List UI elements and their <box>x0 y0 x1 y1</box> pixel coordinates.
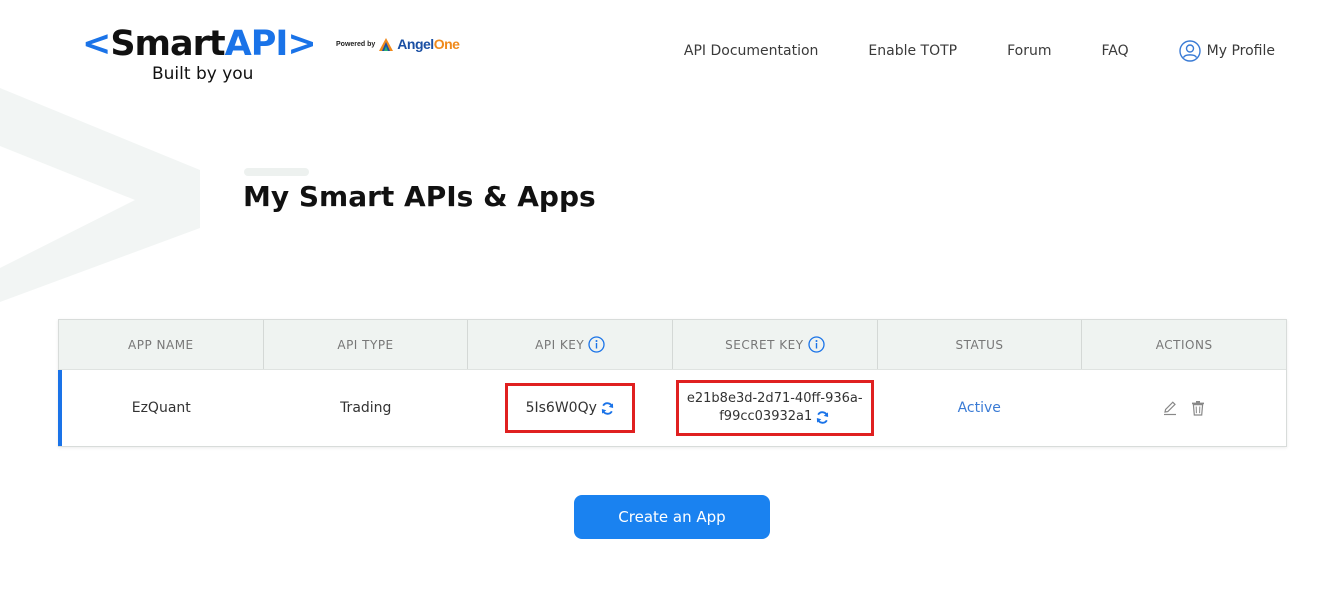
api-key-highlight: 5Is6W0Qy <box>505 383 636 433</box>
nav-forum[interactable]: Forum <box>1007 43 1051 59</box>
edit-button[interactable] <box>1162 400 1178 416</box>
page-title: My Smart APIs & Apps <box>243 180 596 213</box>
nav-faq[interactable]: FAQ <box>1102 43 1129 59</box>
nav-api-documentation[interactable]: API Documentation <box>684 43 819 59</box>
create-app-button[interactable]: Create an App <box>574 495 770 539</box>
column-header-actions: ACTIONS <box>1155 337 1213 352</box>
apps-table: APP NAME API TYPE API KEY SECRET KEY STA… <box>58 319 1287 447</box>
edit-icon <box>1163 401 1176 416</box>
angel-one-wordmark: AngelOne <box>397 36 460 52</box>
cell-api-key: 5Is6W0Qy <box>468 370 673 446</box>
top-nav: API Documentation Enable TOTP Forum FAQ … <box>634 40 1275 62</box>
nav-enable-totp[interactable]: Enable TOTP <box>868 43 957 59</box>
info-icon[interactable] <box>807 336 825 353</box>
column-header-secret-key-label: SECRET KEY <box>725 337 804 352</box>
logo-wordmark: <SmartAPI> <box>82 24 317 64</box>
table-header: APP NAME API TYPE API KEY SECRET KEY STA… <box>59 320 1286 370</box>
trash-icon <box>1191 401 1204 416</box>
smartapi-logo[interactable]: <SmartAPI> Built by you Powered by Angel… <box>82 24 460 84</box>
refresh-icon[interactable] <box>815 410 830 425</box>
user-circle-icon <box>1178 40 1201 62</box>
cell-api-type: Trading <box>340 400 392 416</box>
refresh-icon[interactable] <box>600 401 615 416</box>
background-chevron-decoration <box>0 88 200 302</box>
column-header-status: STATUS <box>878 320 1083 369</box>
cell-app-name: EzQuant <box>131 400 191 416</box>
delete-button[interactable] <box>1190 400 1206 416</box>
secret-key-line2-wrap: f99cc03932a1 <box>719 408 830 426</box>
column-header-api-key-label: API KEY <box>535 337 585 352</box>
cell-actions <box>1082 370 1287 446</box>
table-row: EzQuant Trading 5Is6W0Qy e21b8e3d-2d71-4… <box>58 370 1287 446</box>
info-icon[interactable] <box>588 336 605 353</box>
title-accent-bar <box>244 168 309 176</box>
column-header-api-key: API KEY <box>468 320 674 369</box>
column-header-secret-key: SECRET KEY <box>673 320 878 369</box>
powered-by-badge: Powered by AngelOne <box>336 36 460 52</box>
cell-secret-key: e21b8e3d-2d71-40ff-936a- f99cc03932a1 <box>673 370 878 446</box>
logo-tagline: Built by you <box>152 64 254 84</box>
nav-profile-label: My Profile <box>1206 43 1275 59</box>
secret-key-value-line1: e21b8e3d-2d71-40ff-936a- <box>686 391 863 406</box>
column-header-api-type: API TYPE <box>264 320 469 369</box>
secret-key-highlight: e21b8e3d-2d71-40ff-936a- f99cc03932a1 <box>675 380 874 436</box>
secret-key-value-line2: f99cc03932a1 <box>719 409 813 424</box>
api-key-value: 5Is6W0Qy <box>525 400 597 416</box>
angel-one-logo-icon <box>379 37 394 51</box>
status-badge: Active <box>957 400 1001 416</box>
nav-my-profile[interactable]: My Profile <box>1178 40 1275 62</box>
column-header-app-name: APP NAME <box>59 320 264 369</box>
